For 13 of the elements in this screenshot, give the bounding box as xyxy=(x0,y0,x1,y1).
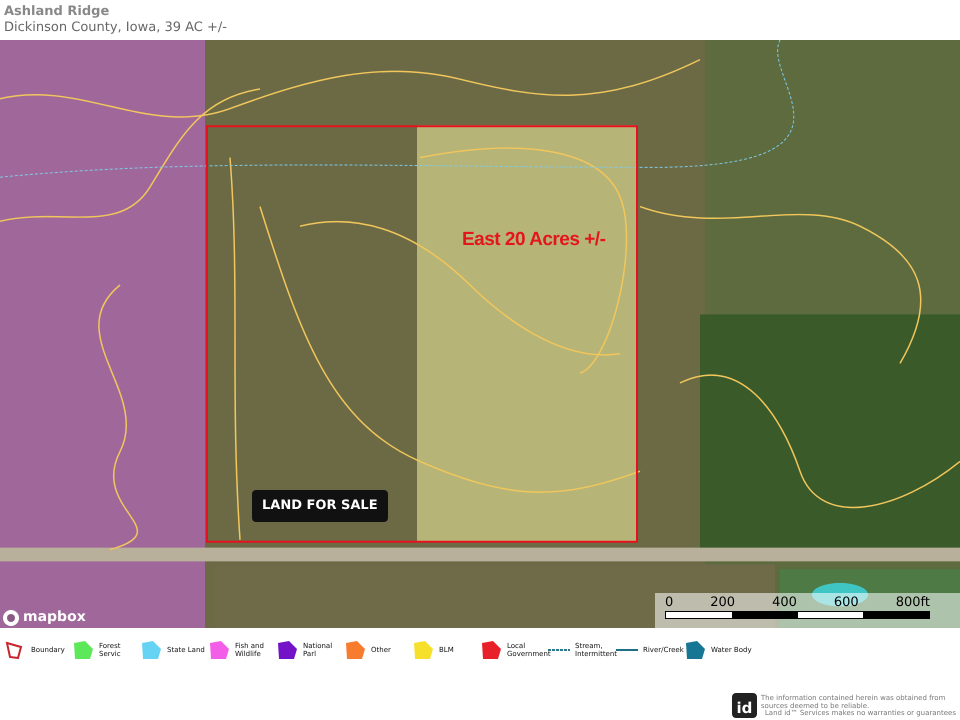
listing-title: Ashland Ridge xyxy=(4,4,110,20)
scale-label: 0 xyxy=(665,596,674,609)
scale-label: 800ft xyxy=(896,596,930,609)
scale-label: 400 xyxy=(772,596,797,609)
company-logo: id xyxy=(732,693,757,718)
map-attribution[interactable]: mapbox xyxy=(23,607,86,628)
mapbox-logo-icon xyxy=(2,608,20,626)
scale-label: 200 xyxy=(710,596,736,609)
map-annotation: East 20 Acres +/- xyxy=(462,228,606,252)
aerial-map-drawing[interactable] xyxy=(0,40,960,628)
scale-label: 600 xyxy=(834,596,859,609)
land-for-sale-label: LAND FOR SALE xyxy=(252,490,388,522)
listing-subtitle: Dickinson County, Iowa, 39 AC +/- xyxy=(4,20,228,36)
